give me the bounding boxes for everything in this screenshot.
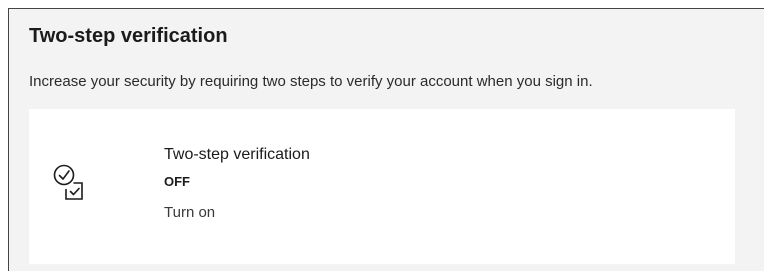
status-badge: OFF: [164, 174, 190, 189]
two-step-verification-card: Two-step verification OFF Turn on: [29, 109, 735, 264]
card-title: Two-step verification: [164, 146, 310, 163]
two-step-verification-section: Two-step verification Increase your secu…: [8, 8, 764, 271]
card-text: Two-step verification OFF Turn on: [164, 146, 310, 222]
section-title: Two-step verification: [29, 25, 228, 47]
two-step-verification-icon: [53, 164, 83, 200]
turn-on-link[interactable]: Turn on: [164, 204, 215, 221]
section-description: Increase your security by requiring two …: [29, 73, 593, 90]
